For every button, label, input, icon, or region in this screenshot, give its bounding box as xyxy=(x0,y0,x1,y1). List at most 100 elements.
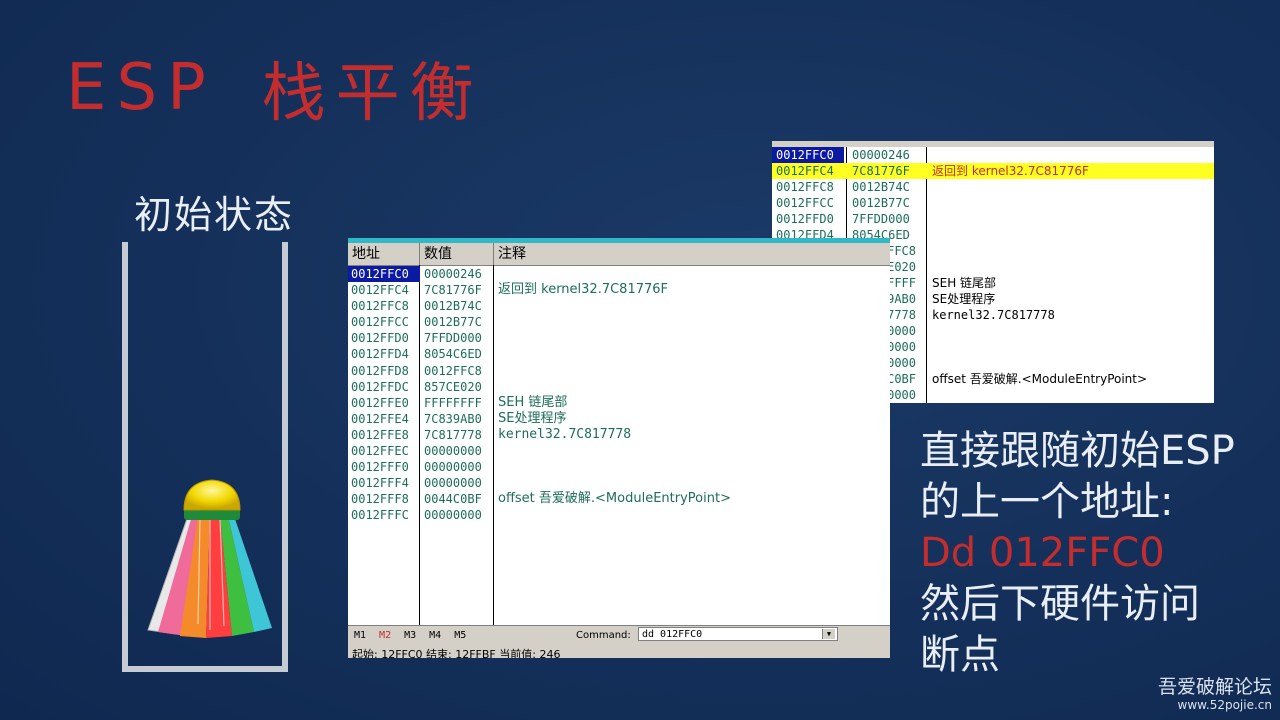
row-comment: SEH 链尾部 xyxy=(498,394,568,410)
row-address: 0012FFCC xyxy=(776,196,834,210)
row-comment xyxy=(494,266,498,282)
initial-state-label: 初始状态 xyxy=(134,193,295,237)
table-row[interactable]: 0012FFE8 7C817778 kernel32.7C817778 xyxy=(348,427,890,443)
explanation-line-4: 然后下硬件访问 xyxy=(920,581,1200,627)
dump-rows: 0012FFC0 00000246 0012FFC4 7C81776F 返回到 kern… xyxy=(348,266,890,524)
command-input[interactable]: dd 012FFC0 ▼ xyxy=(638,627,838,641)
table-row: 0012FFD0 7FFDD000 xyxy=(772,211,1214,227)
row-comment: offset 吾爱破解.<ModuleEntryPoint> xyxy=(932,372,1148,386)
row-comment: kernel32.7C817778 xyxy=(498,426,632,442)
row-value: 857CE020 xyxy=(424,379,482,394)
row-value: 00000000 xyxy=(424,444,482,459)
row-value: 0012FFC8 xyxy=(424,363,482,378)
table-row[interactable]: 0012FFCC 0012B77C xyxy=(348,314,890,330)
table-row[interactable]: 0012FFEC 00000000 xyxy=(348,443,890,459)
row-comment: offset 吾爱破解.<ModuleEntryPoint> xyxy=(498,491,731,507)
tab-m2[interactable]: M2 xyxy=(379,630,391,641)
table-row[interactable]: 0012FFD8 0012FFC8 xyxy=(348,363,890,379)
tab-m1[interactable]: M1 xyxy=(354,630,366,641)
forum-brand: 吾爱破解论坛 xyxy=(1157,676,1272,698)
table-row[interactable]: 0012FFC0 00000246 xyxy=(348,266,890,283)
header-address[interactable]: 地址 xyxy=(348,243,420,265)
row-value: 00000000 xyxy=(424,476,482,491)
row-address: 0012FFC4 xyxy=(351,283,409,298)
row-address: 0012FFD0 xyxy=(351,331,409,346)
row-address: 0012FFC8 xyxy=(351,299,409,314)
row-comment xyxy=(494,459,498,475)
forum-url: www.52pojie.cn xyxy=(1177,698,1272,712)
table-row: 0012FFC4 7C81776F 返回到 kernel32.7C81776F xyxy=(772,163,1214,179)
row-address: 0012FFC0 xyxy=(348,266,420,283)
row-value: 0012B77C xyxy=(424,315,482,330)
row-address: 0012FFCC xyxy=(351,315,409,330)
row-comment: 返回到 kernel32.7C81776F xyxy=(498,282,669,298)
row-value: 0012B74C xyxy=(852,180,910,194)
table-row[interactable]: 0012FFFC 00000000 xyxy=(348,507,890,523)
table-row[interactable]: 0012FFD4 8054C6ED xyxy=(348,346,890,362)
row-address: 0012FFE0 xyxy=(351,395,409,410)
slide-title: ESP 栈平衡 xyxy=(66,46,484,131)
tab-m4[interactable]: M4 xyxy=(429,630,441,641)
row-comment xyxy=(494,330,498,346)
row-value: 00000000 xyxy=(424,460,482,475)
table-row[interactable]: 0012FFC4 7C81776F 返回到 kernel32.7C81776F xyxy=(348,282,890,298)
table-row[interactable]: 0012FFF8 0044C0BF offset 吾爱破解.<ModuleEntry… xyxy=(348,491,890,507)
row-value: 8054C6ED xyxy=(424,347,482,362)
row-address: 0012FFD8 xyxy=(351,363,409,378)
command-label: Command: xyxy=(576,630,631,641)
row-value: 7C817778 xyxy=(424,427,482,442)
row-value: 7C839AB0 xyxy=(424,411,482,426)
chevron-down-icon[interactable]: ▼ xyxy=(822,629,835,639)
row-value: FFFFFFFF xyxy=(424,395,482,410)
explanation-line-2: 的上一个地址: xyxy=(920,479,1174,525)
dump-window-main: 地址 数值 注释 0012FFC0 00000246 0012FFC4 7C81776… xyxy=(348,238,890,658)
header-comment[interactable]: 注释 xyxy=(494,243,890,265)
row-comment: SE处理程序 xyxy=(932,292,996,306)
row-comment xyxy=(494,379,498,395)
row-address: 0012FFC0 xyxy=(772,147,844,163)
status-info: 起始: 12FFC0 结束: 12FFBF 当前值: 246 xyxy=(352,648,561,658)
tab-m3[interactable]: M3 xyxy=(404,630,416,641)
table-row[interactable]: 0012FFE0 FFFFFFFF SEH 链尾部 xyxy=(348,395,890,411)
status-bar: M1 M2 M3 M4 M5 Command: dd 012FFC0 ▼ 起始: 12F… xyxy=(348,625,890,658)
table-row: 0012FFC8 0012B74C xyxy=(772,179,1214,195)
explanation-line-5: 断点 xyxy=(920,632,1000,678)
table-row[interactable]: 0012FFD0 7FFDD000 xyxy=(348,330,890,346)
table-row[interactable]: 0012FFF0 00000000 xyxy=(348,459,890,475)
row-comment: kernel32.7C817778 xyxy=(932,308,1055,322)
table-row[interactable]: 0012FFC8 0012B74C xyxy=(348,298,890,314)
header-value[interactable]: 数值 xyxy=(420,243,494,265)
row-comment xyxy=(494,475,498,491)
row-value: 00000246 xyxy=(424,267,482,281)
row-address: 0012FFD0 xyxy=(776,212,834,226)
row-address: 0012FFFC xyxy=(351,508,409,523)
row-address: 0012FFEC xyxy=(351,444,409,459)
row-address: 0012FFF8 xyxy=(351,492,409,507)
row-address: 0012FFF4 xyxy=(351,476,409,491)
table-row: 0012FFCC 0012B77C xyxy=(772,195,1214,211)
explanation-line-1: 直接跟随初始ESP xyxy=(920,428,1235,474)
memory-tabs: M1 M2 M3 M4 M5 xyxy=(354,630,466,641)
row-comment xyxy=(494,363,498,379)
command-value: dd 012FFC0 xyxy=(642,629,703,640)
row-value: 0044C0BF xyxy=(424,492,482,507)
row-comment: 返回到 kernel32.7C81776F xyxy=(932,164,1089,178)
explanation-command: Dd 012FFC0 xyxy=(920,530,1165,576)
row-address: 0012FFD4 xyxy=(351,347,409,362)
row-value: 0012B74C xyxy=(424,299,482,314)
row-comment xyxy=(494,443,498,459)
row-value: 7FFDD000 xyxy=(424,331,482,346)
title-latin: ESP xyxy=(66,51,216,125)
column-header: 地址 数值 注释 xyxy=(348,243,890,266)
table-row[interactable]: 0012FFF4 00000000 xyxy=(348,475,890,491)
row-value: 0012B77C xyxy=(852,196,910,210)
title-cjk: 栈平衡 xyxy=(261,57,484,131)
row-value: 00000000 xyxy=(424,508,482,523)
row-comment xyxy=(494,298,498,314)
tab-m5[interactable]: M5 xyxy=(454,630,466,641)
table-row: 0012FFC0 00000246 xyxy=(772,147,1214,163)
table-row[interactable]: 0012FFE4 7C839AB0 SE处理程序 xyxy=(348,411,890,427)
row-address: 0012FFE4 xyxy=(351,411,409,426)
row-value: 00000246 xyxy=(852,148,910,162)
table-row[interactable]: 0012FFDC 857CE020 xyxy=(348,379,890,395)
